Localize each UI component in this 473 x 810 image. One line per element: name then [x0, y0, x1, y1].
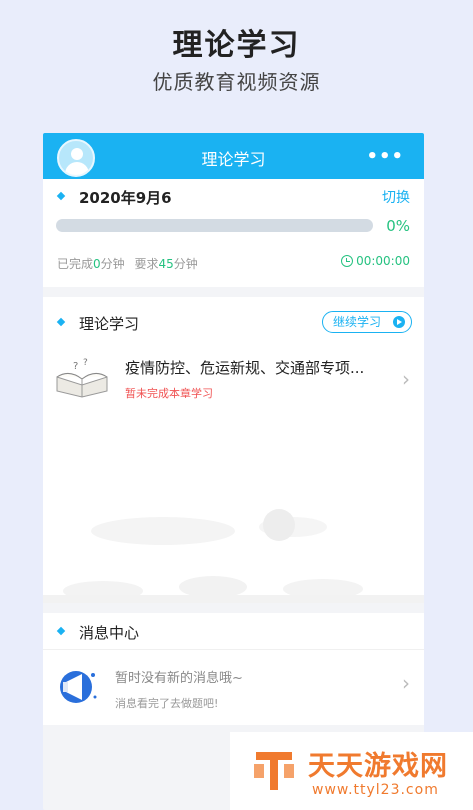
chapter-title[interactable]: 疫情防控、危运新规、交通部专项...	[125, 357, 385, 378]
section-bullet-icon	[56, 317, 66, 327]
continue-study-label: 继续学习	[333, 315, 382, 329]
watermark-logo-icon	[254, 752, 294, 790]
open-book-icon: ? ?	[56, 358, 108, 398]
phone-screen: 理论学习 ••• 2020年9月6 切换 0% 已完成0分钟 要求45分钟 00…	[43, 133, 424, 810]
section-bullet-icon	[56, 191, 66, 201]
svg-text:?: ?	[83, 358, 88, 368]
continue-study-button[interactable]: 继续学习	[322, 311, 412, 333]
study-timer: 00:00:00	[356, 254, 410, 268]
clock-icon	[341, 255, 353, 267]
theory-study-card: 理论学习 继续学习 ? ? 疫情防控、危运新规、交通部专项... 暂未完成本章学…	[43, 297, 424, 603]
svg-text:?: ?	[73, 361, 78, 372]
chapter-status: 暂未完成本章学习	[125, 387, 213, 400]
message-center-card: 消息中心 暂时没有新的消息哦~ 消息看完了去做题吧! ›	[43, 613, 424, 725]
study-date: 2020年9月6	[79, 189, 172, 207]
section-bullet-icon	[56, 626, 66, 636]
chevron-right-icon[interactable]: ›	[402, 671, 410, 695]
study-time-summary: 已完成0分钟 要求45分钟	[57, 255, 198, 272]
progress-bar	[56, 219, 373, 232]
megaphone-icon	[60, 671, 97, 703]
hero-title: 理论学习	[172, 28, 301, 63]
messages-hint: 消息看完了去做题吧!	[115, 697, 219, 710]
watermark-text: 天天游戏网	[308, 751, 448, 782]
watermark-url: www.ttyl23.com	[312, 782, 439, 798]
daily-progress-card: 2020年9月6 切换 0% 已完成0分钟 要求45分钟 00:00:00	[43, 179, 424, 287]
required-unit: 分钟	[173, 257, 198, 271]
more-icon[interactable]: •••	[366, 146, 404, 167]
top-bar: 理论学习 •••	[43, 133, 424, 179]
completed-minutes: 0	[93, 257, 101, 271]
completed-prefix: 已完成	[57, 257, 94, 271]
no-messages-text: 暂时没有新的消息哦~	[115, 671, 243, 686]
required-prefix: 要求	[134, 257, 159, 271]
watermark: 天天游戏网 www.ttyl23.com	[230, 732, 473, 810]
progress-percent: 0%	[386, 217, 410, 235]
completed-unit: 分钟	[100, 257, 125, 271]
required-minutes: 45	[158, 257, 174, 271]
chevron-right-icon[interactable]: ›	[402, 367, 410, 391]
background-scenery	[43, 509, 424, 603]
divider	[43, 649, 424, 650]
message-section-title: 消息中心	[79, 624, 140, 642]
study-section-title: 理论学习	[79, 315, 140, 333]
hero-subtitle: 优质教育视频资源	[152, 70, 321, 94]
play-icon	[393, 316, 405, 328]
switch-date-button[interactable]: 切换	[382, 187, 410, 207]
